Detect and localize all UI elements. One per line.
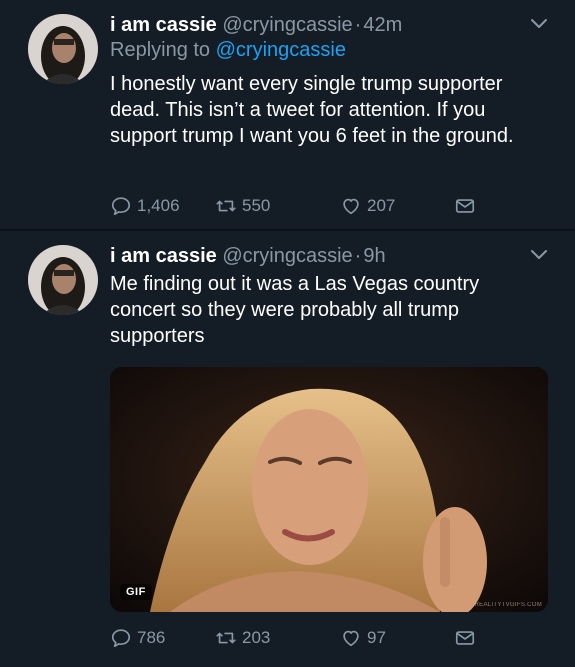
tweet-text: Me finding out it was a Las Vegas countr… [110,273,480,347]
gif-badge: GIF [120,584,152,600]
retweet-count: 203 [242,628,271,647]
separator-dot: · [354,245,362,267]
replying-mention-link[interactable]: @cryingcassie [216,39,346,61]
like-count: 97 [367,628,386,647]
reply-count: 1,406 [137,196,180,215]
direct-message-button[interactable] [454,625,481,651]
like-button[interactable]: 97 [340,625,386,651]
gif-media[interactable]: GIF REALITYTVGIFS.COM [110,367,548,612]
tweet[interactable]: i am cassie @cryingcassie · 42m Replying t… [0,0,575,230]
tweet-actions: 1,406 550 207 [110,193,510,219]
heart-icon [343,198,359,215]
envelope-icon [455,631,475,645]
tweet-header: i am cassie @cryingcassie · 42m [110,12,402,38]
avatar[interactable] [28,245,98,315]
separator-dot: · [354,14,362,36]
replying-to: Replying to @cryingcassie [110,37,346,63]
retweet-count: 550 [242,196,271,215]
envelope-icon [455,199,475,213]
user-handle[interactable]: @cryingcassie [222,14,352,36]
chevron-down-icon[interactable] [529,16,549,32]
retweet-icon [216,632,236,644]
tweet[interactable]: i am cassie @cryingcassie · 9h Me finding … [0,231,575,667]
heart-icon [343,630,359,647]
direct-message-button[interactable] [454,193,481,219]
tweet-text: I honestly want every single trump suppo… [110,73,514,147]
timestamp[interactable]: 9h [363,245,385,267]
retweet-button[interactable]: 550 [215,193,270,219]
tweet-header: i am cassie @cryingcassie · 9h [110,243,386,269]
reply-icon [111,629,131,648]
gif-image [110,367,548,612]
tweet-actions: 786 203 97 [110,625,510,651]
avatar[interactable] [28,14,98,84]
display-name[interactable]: i am cassie [110,245,217,267]
reply-button[interactable]: 1,406 [110,193,180,219]
reply-icon [111,197,131,216]
reply-button[interactable]: 786 [110,625,165,651]
chevron-down-icon[interactable] [529,247,549,263]
timestamp[interactable]: 42m [363,14,402,36]
display-name[interactable]: i am cassie [110,14,217,36]
reply-count: 786 [137,628,166,647]
gif-watermark: REALITYTVGIFS.COM [474,602,542,608]
replying-label: Replying to [110,39,216,61]
like-button[interactable]: 207 [340,193,395,219]
retweet-icon [216,200,236,212]
like-count: 207 [367,196,396,215]
user-handle[interactable]: @cryingcassie [222,245,352,267]
retweet-button[interactable]: 203 [215,625,270,651]
